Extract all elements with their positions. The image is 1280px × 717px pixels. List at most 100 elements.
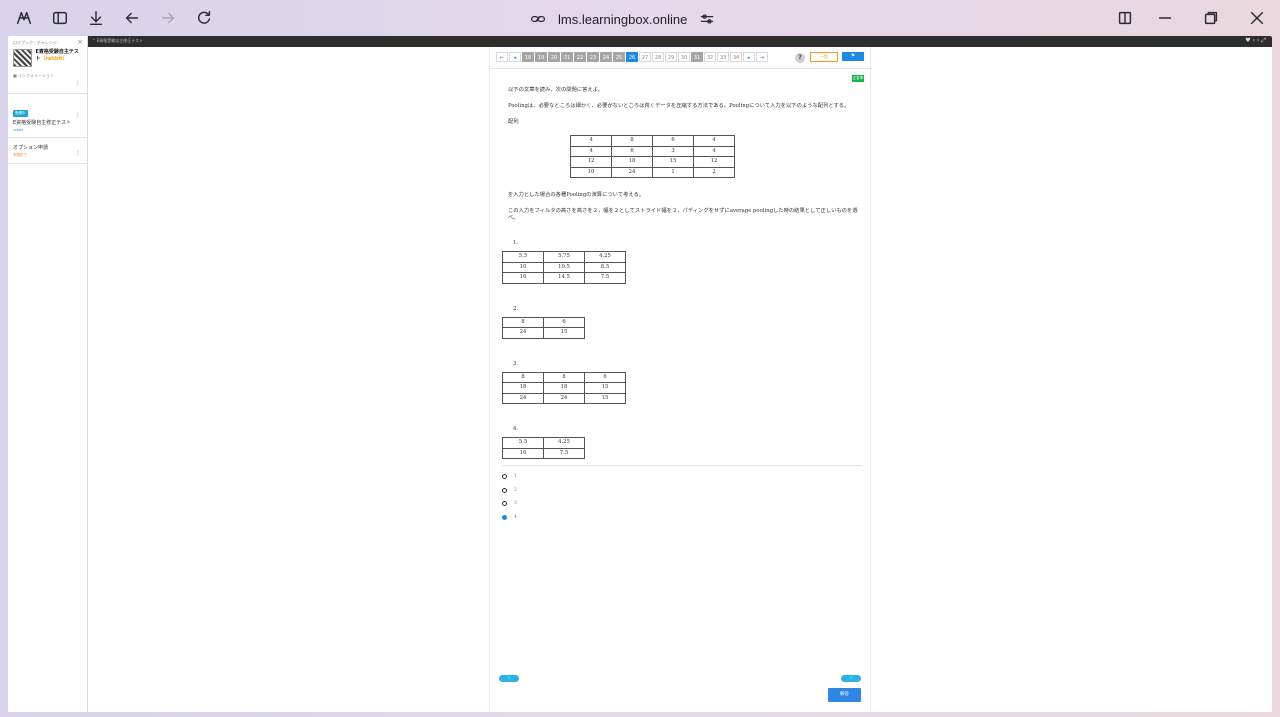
question-paragraph-2: を入力とした場合の各種Poolingの演算について考える。 [508, 192, 645, 198]
question-number-button[interactable]: 20 [548, 52, 560, 62]
answer-option: 3. 8 8 6 18 18 15 24 24 15 [502, 361, 862, 405]
table-cell: 14.5 [543, 272, 585, 284]
choice-item[interactable]: 3 [502, 497, 862, 511]
question-paragraph-3: この入力をフィルタの高さを高さを２，幅を２としてストライド幅を２，パディングをせ… [508, 208, 858, 221]
item-menu-icon[interactable]: ⋮ [75, 150, 81, 157]
table-cell: 15 [543, 327, 585, 339]
question-number-button[interactable]: 24 [600, 52, 612, 62]
content-controls[interactable]: ♥ ‹ › ⤢ [1245, 37, 1266, 45]
question-number-button[interactable]: 18 [522, 52, 534, 62]
course-menu-icon[interactable]: ⋮ [75, 80, 81, 87]
radio-button[interactable] [502, 474, 507, 480]
score-badge: 正答率 [852, 75, 864, 82]
table-cell: 8 [502, 316, 544, 328]
question-number-button[interactable]: 28 [652, 52, 664, 62]
table-row: 10 10.5 8.5 [502, 261, 626, 273]
table-row: 18 18 15 [502, 382, 626, 394]
table-cell: 10 [502, 261, 544, 273]
reload-icon[interactable] [193, 7, 215, 29]
course-title: E資格受験自主テスト（rabbit） [35, 49, 79, 62]
course-info[interactable]: ■ インフォメーション [13, 73, 82, 79]
question-paragraph-1: Poolingは、必要なところは細かく、必要がないところは荒くデータを圧縮する方… [508, 103, 850, 109]
question-number-button[interactable]: 21 [561, 52, 573, 62]
download-icon[interactable] [85, 7, 107, 29]
answer-options: 1. 5.5 5.75 4.25 10 10.5 8.5 16 14.5 7.5 2. 8 6 24 15 3… [502, 240, 862, 459]
option-label: 1. [513, 240, 519, 246]
question-number-button[interactable]: 23 [587, 52, 599, 62]
restore-icon[interactable] [1200, 7, 1222, 29]
minimize-icon[interactable] [1154, 7, 1176, 29]
item-menu-icon[interactable]: ⋮ [75, 112, 81, 119]
sidebar-item-test[interactable]: 受講中 E資格受験自主修正テスト rabbit ⋮ [8, 94, 87, 138]
course-card[interactable]: E資格受験自主テスト（rabbit） [13, 49, 82, 67]
question-number-button[interactable]: 32 [704, 52, 716, 62]
link-icon [530, 15, 546, 23]
last-question-button[interactable]: ⇥ [756, 52, 768, 62]
choice-item[interactable]: 2 [502, 484, 862, 498]
table-row: 16 14.5 7.5 [502, 272, 626, 284]
choice-item[interactable]: 4 [502, 511, 862, 525]
table-cell: 24 [611, 166, 653, 178]
radio-button[interactable] [502, 501, 507, 507]
question-number-button[interactable]: 25 [613, 52, 625, 62]
flag-button[interactable]: ⚑ [842, 52, 864, 61]
table-cell: 6 [543, 316, 585, 328]
list-button[interactable]: 一覧 [810, 52, 838, 62]
table-cell: 7.5 [584, 272, 626, 284]
table-cell: 24 [502, 327, 544, 339]
input-array-table: 4 8 6 4 4 6 3 4 12 18 15 12 10 24 1 2 [570, 135, 735, 178]
radio-button[interactable] [502, 487, 507, 493]
question-number-button[interactable]: 22 [574, 52, 586, 62]
main-content: ⇤ ◂ 18 19 20 21 22 23 24 25 26 27 28 29 30 31 32 33 34 ▸ ⇥… [88, 47, 1272, 712]
next-question-button[interactable]: ▸ [743, 52, 755, 62]
table-cell: 4 [693, 145, 735, 157]
address-bar[interactable]: lms.learningbox.online [530, 8, 715, 30]
course-sidebar: × ロジブック・チャレンジ E資格受験自主テスト（rabbit） ■ インフォメ… [8, 36, 88, 712]
question-number-button[interactable]: 33 [717, 52, 729, 62]
choice-label: 2 [514, 487, 517, 493]
content-header: ⌃ E資格受験自主修正テスト ♥ ‹ › ⤢ [88, 36, 1272, 47]
choice-label: 4 [514, 514, 517, 520]
question-number-button[interactable]: 30 [678, 52, 690, 62]
option-table: 5.5 4.25 16 7.5 [502, 437, 585, 459]
browser-logo-icon[interactable] [13, 7, 35, 29]
answer-option: 1. 5.5 5.75 4.25 10 10.5 8.5 16 14.5 7.5 [502, 240, 862, 284]
question-number-button[interactable]: 34 [730, 52, 742, 62]
table-row: 4864 [570, 135, 735, 147]
question-body: 以下の文章を読み、次の問題に答えよ。 Poolingは、必要なところは細かく、必… [502, 87, 862, 524]
sidebar-item-option[interactable]: オプション申請 申請終了 ⋮ [8, 138, 87, 164]
prev-page-button[interactable]: ‹ [499, 675, 519, 682]
question-number-button[interactable]: 31 [691, 52, 703, 62]
question-number-button[interactable]: 26 [626, 52, 638, 62]
question-number-button[interactable]: 27 [639, 52, 651, 62]
question-number-button[interactable]: 29 [665, 52, 677, 62]
split-view-icon[interactable] [1114, 7, 1136, 29]
radio-button[interactable] [502, 514, 507, 520]
submit-button[interactable]: 解答 [828, 688, 861, 702]
forward-arrow-icon[interactable] [157, 7, 179, 29]
table-cell: 5.75 [543, 251, 585, 263]
breadcrumb[interactable]: ⌃ E資格受験自主修正テスト [92, 38, 143, 44]
table-cell: 18 [502, 382, 544, 394]
table-cell: 8.5 [584, 261, 626, 273]
next-page-button[interactable]: › [841, 675, 861, 682]
table-cell: 2 [693, 166, 735, 178]
url-text[interactable]: lms.learningbox.online [558, 12, 687, 27]
site-settings-icon[interactable] [699, 11, 715, 27]
choice-item[interactable]: 1 [502, 470, 862, 484]
status-badge: 受講中 [13, 110, 28, 117]
prev-question-button[interactable]: ◂ [509, 52, 521, 62]
help-icon[interactable]: ? [795, 53, 805, 63]
table-cell: 15 [652, 156, 694, 168]
question-number-button[interactable]: 19 [535, 52, 547, 62]
first-question-button[interactable]: ⇤ [496, 52, 508, 62]
sidebar-toggle-icon[interactable] [49, 7, 71, 29]
close-window-icon[interactable] [1246, 7, 1268, 29]
divider [502, 465, 862, 466]
input-table-wrapper: 4 8 6 4 4 6 3 4 12 18 15 12 10 24 1 2 [502, 135, 862, 178]
table-cell: 8 [502, 371, 544, 383]
sidebar-close-icon[interactable]: × [77, 38, 83, 46]
table-cell: 18 [611, 156, 653, 168]
back-arrow-icon[interactable] [121, 7, 143, 29]
table-cell: 6 [611, 145, 653, 157]
